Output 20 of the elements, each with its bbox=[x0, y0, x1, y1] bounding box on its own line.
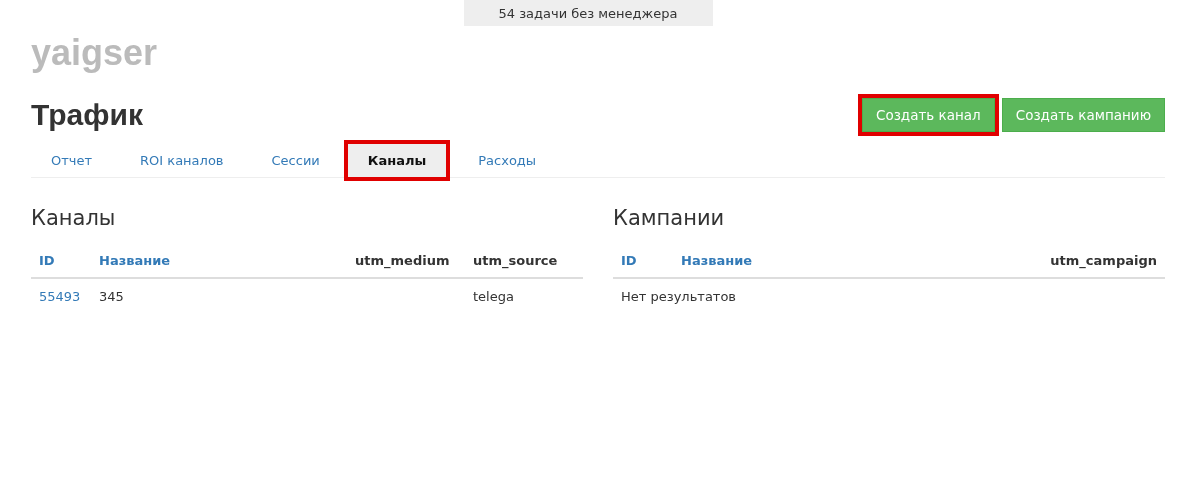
column-header: utm_source bbox=[465, 244, 583, 278]
page-title: Трафик bbox=[31, 98, 143, 132]
notice-banner: 54 задачи без менеджера bbox=[463, 0, 713, 26]
column-header[interactable]: Название bbox=[673, 244, 1043, 278]
id-link[interactable]: 55493 bbox=[39, 289, 81, 304]
column-header: utm_medium bbox=[347, 244, 465, 278]
table-cell: telega bbox=[473, 289, 514, 304]
column-header[interactable]: ID bbox=[613, 244, 673, 278]
create-button[interactable]: Создать кампанию bbox=[1001, 98, 1165, 132]
column-header: utm_campaign bbox=[1042, 244, 1165, 278]
tab[interactable]: ROI каналов bbox=[120, 144, 244, 177]
section-title: Каналы bbox=[31, 206, 117, 230]
column-header[interactable]: Название bbox=[91, 244, 347, 278]
section-title: Кампании bbox=[613, 206, 726, 230]
tab[interactable]: Отчет bbox=[31, 144, 113, 177]
tab[interactable]: Расходы bbox=[458, 144, 557, 177]
empty-message: Нет результатов bbox=[621, 289, 737, 304]
column-header[interactable]: ID bbox=[31, 244, 91, 278]
table-cell: 345 bbox=[99, 289, 124, 304]
tab[interactable]: Сессии bbox=[251, 144, 340, 177]
